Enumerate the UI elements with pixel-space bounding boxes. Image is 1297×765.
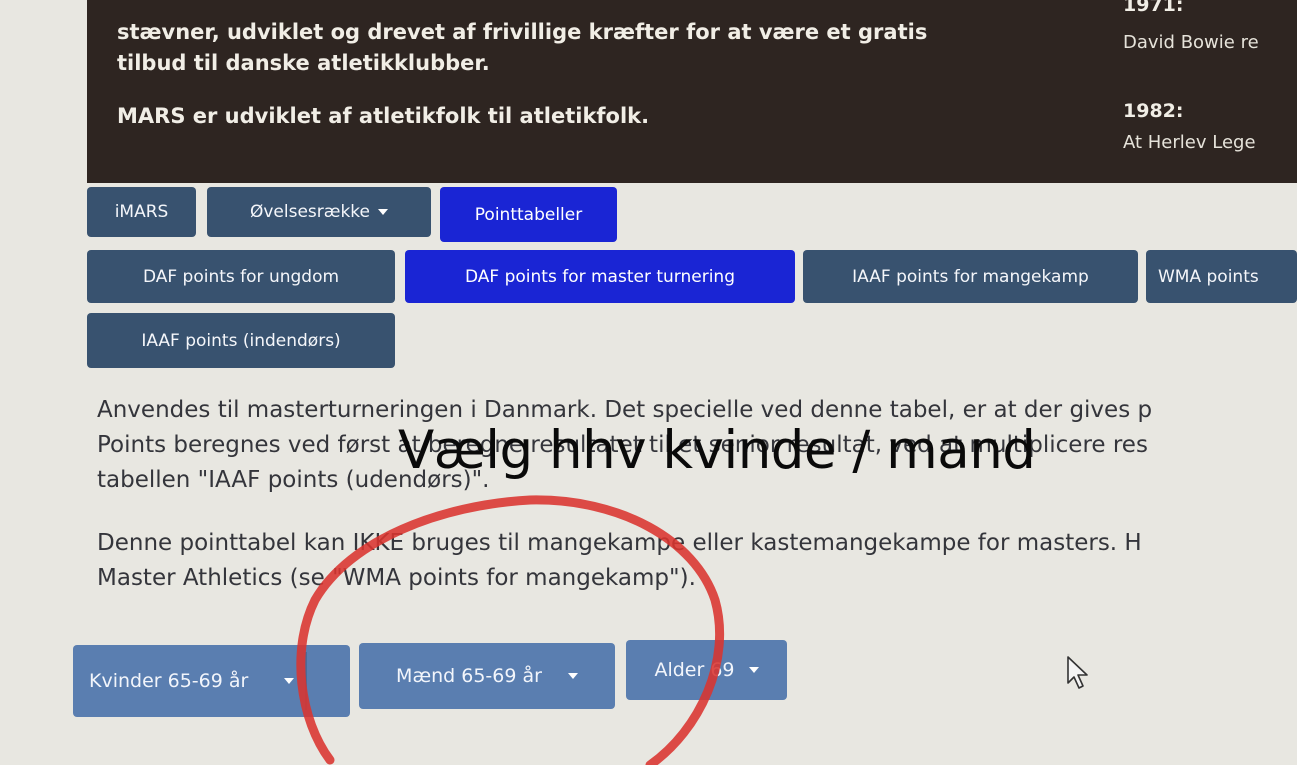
chevron-down-icon [378, 209, 389, 215]
screenshot-stage: stævner, udviklet og drevet af frivillig… [0, 0, 1297, 765]
mars-name: MARS [117, 104, 186, 128]
wma-points-label: WMA points [1158, 266, 1259, 287]
nav-pointtabeller-label: Pointtabeller [474, 204, 583, 225]
intro-panel: stævner, udviklet og drevet af frivillig… [87, 0, 1297, 183]
chevron-down-icon [284, 678, 295, 684]
nav-imars-button[interactable]: iMARS [87, 187, 196, 237]
nav-ovelsesraekke-dropdown[interactable]: Øvelsesrække [207, 187, 431, 237]
annotation-text: Vælg hhv kvinde / mand [398, 420, 1036, 481]
women-age-label: Kvinder 65-69 år [89, 670, 249, 692]
intro-line-2: tilbud til danske atletikklubber. [117, 51, 490, 75]
daf-master-button[interactable]: DAF points for master turnering [405, 250, 795, 303]
chevron-down-icon [567, 673, 578, 679]
mars-tagline-text: er udviklet af atletikfolk til atletikfo… [185, 104, 650, 128]
age-label: Alder 69 [654, 659, 735, 681]
nav-imars-label: iMARS [114, 202, 169, 222]
men-age-label: Mænd 65-69 år [396, 665, 542, 687]
timeline-text-2: At Herlev Lege [1123, 132, 1256, 153]
iaaf-indendors-button[interactable]: IAAF points (indendørs) [87, 313, 395, 368]
mars-tagline: MARS er udviklet af atletikfolk til atle… [117, 104, 649, 128]
women-age-dropdown[interactable]: Kvinder 65-69 år [73, 645, 350, 717]
note-line-2: Master Athletics (se "WMA points for man… [97, 565, 696, 591]
timeline-text-1: David Bowie re [1123, 32, 1259, 53]
dropdown-divider [305, 652, 307, 710]
timeline-year-2: 1982: [1123, 100, 1184, 122]
note-line-1: Denne pointtabel kan IKKE bruges til man… [97, 530, 1142, 556]
mouse-cursor-icon [1067, 656, 1088, 689]
iaaf-mangekamp-button[interactable]: IAAF points for mangekamp [803, 250, 1138, 303]
intro-line-1: stævner, udviklet og drevet af frivillig… [117, 20, 928, 44]
timeline-year-1: 1971: [1123, 0, 1184, 16]
age-dropdown[interactable]: Alder 69 [626, 640, 787, 700]
wma-points-button[interactable]: WMA points [1146, 250, 1297, 303]
iaaf-mangekamp-label: IAAF points for mangekamp [852, 266, 1089, 287]
iaaf-indendors-label: IAAF points (indendørs) [141, 330, 341, 351]
daf-master-label: DAF points for master turnering [465, 266, 735, 287]
daf-ungdom-button[interactable]: DAF points for ungdom [87, 250, 395, 303]
nav-pointtabeller-button[interactable]: Pointtabeller [440, 187, 617, 242]
nav-ovelsesraekke-label: Øvelsesrække [249, 202, 371, 222]
chevron-down-icon [748, 667, 759, 673]
men-age-dropdown[interactable]: Mænd 65-69 år [359, 643, 615, 709]
daf-ungdom-label: DAF points for ungdom [142, 266, 340, 287]
